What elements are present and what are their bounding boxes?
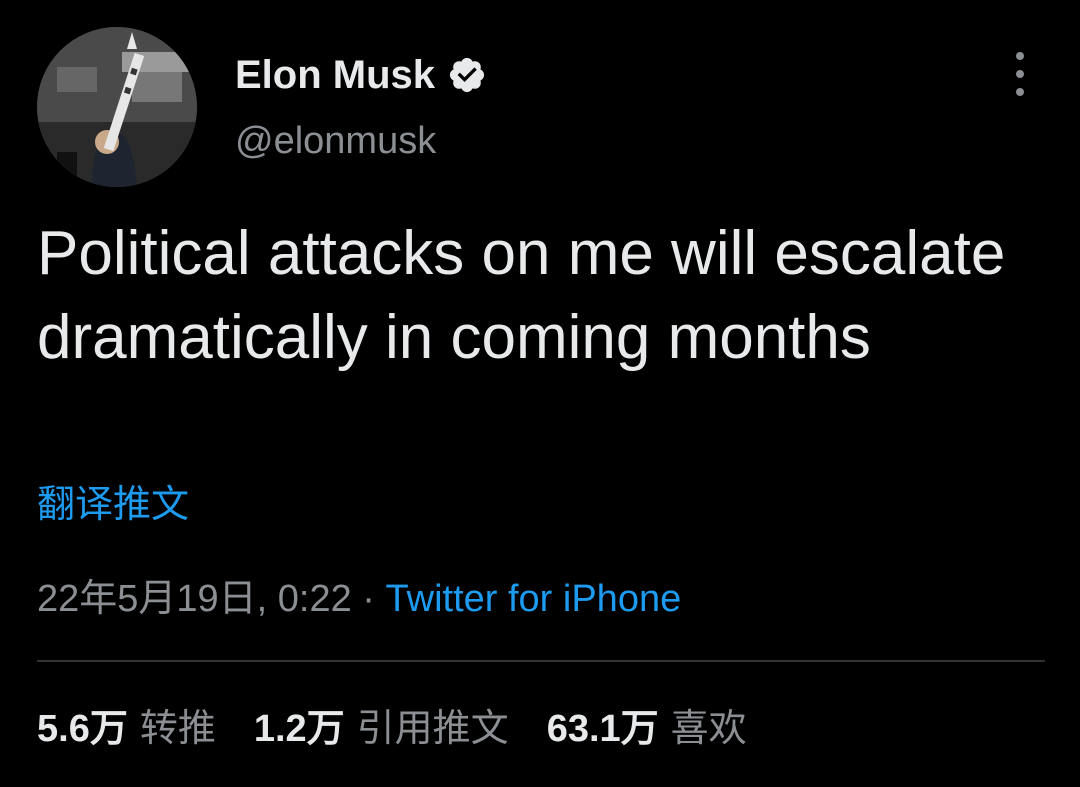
avatar[interactable]: [37, 27, 197, 187]
more-dot: [1016, 70, 1024, 78]
more-vertical-icon[interactable]: [1005, 52, 1035, 96]
quote-tweets-stat[interactable]: 1.2万 引用推文: [254, 705, 509, 753]
translate-tweet-link[interactable]: 翻译推文: [37, 482, 189, 528]
retweets-stat[interactable]: 5.6万 转推: [37, 705, 216, 753]
tweet-source-link[interactable]: Twitter for iPhone: [386, 578, 682, 620]
author-name-row[interactable]: Elon Musk: [235, 52, 487, 98]
likes-stat[interactable]: 63.1万 喜欢: [547, 705, 747, 753]
author-display-name[interactable]: Elon Musk: [235, 52, 435, 98]
likes-label: 喜欢: [670, 708, 747, 750]
likes-count: 63.1万: [546, 708, 659, 750]
quote-tweets-count: 1.2万: [253, 708, 345, 750]
verified-badge-icon: [449, 57, 485, 93]
divider: [37, 660, 1045, 662]
author-handle[interactable]: @elonmusk: [235, 118, 436, 164]
retweets-count: 5.6万: [37, 708, 128, 750]
tweet-timestamp[interactable]: 22年5月19日, 0:22: [37, 578, 352, 620]
more-dot: [1016, 52, 1024, 60]
retweets-label: 转推: [139, 708, 216, 750]
tweet-meta: 22年5月19日, 0:22 · Twitter for iPhone: [37, 575, 681, 623]
quote-tweets-label: 引用推文: [356, 708, 509, 750]
tweet-text: Political attacks on me will escalate dr…: [37, 219, 1006, 372]
avatar-image: [37, 27, 197, 187]
more-dot: [1016, 88, 1024, 96]
meta-separator: ·: [351, 578, 386, 620]
tweet-stats: 5.6万 转推 1.2万 引用推文 63.1万 喜欢: [37, 705, 785, 753]
